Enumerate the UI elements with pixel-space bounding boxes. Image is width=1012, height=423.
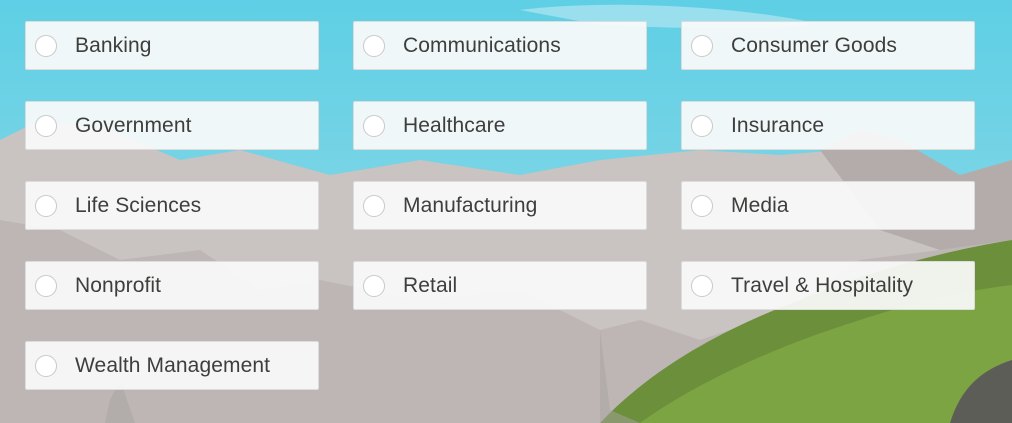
radio-button[interactable]	[363, 35, 385, 57]
radio-button[interactable]	[35, 35, 57, 57]
radio-button[interactable]	[691, 195, 713, 217]
option-label: Nonprofit	[75, 274, 162, 297]
radio-button[interactable]	[691, 115, 713, 137]
option-label: Manufacturing	[403, 194, 538, 217]
option-label: Government	[75, 114, 192, 137]
option-label: Wealth Management	[75, 354, 271, 377]
option-label: Travel & Hospitality	[731, 274, 914, 297]
option-manufacturing[interactable]: Manufacturing	[353, 181, 647, 230]
option-life-sciences[interactable]: Life Sciences	[25, 181, 319, 230]
option-label: Healthcare	[403, 114, 506, 137]
option-wealth-management[interactable]: Wealth Management	[25, 341, 319, 390]
radio-button[interactable]	[691, 35, 713, 57]
radio-button[interactable]	[691, 275, 713, 297]
radio-button[interactable]	[35, 355, 57, 377]
option-label: Consumer Goods	[731, 34, 897, 57]
radio-button[interactable]	[363, 275, 385, 297]
option-retail[interactable]: Retail	[353, 261, 647, 310]
option-banking[interactable]: Banking	[25, 21, 319, 70]
option-label: Retail	[403, 274, 458, 297]
radio-button[interactable]	[363, 115, 385, 137]
option-label: Communications	[403, 34, 561, 57]
option-label: Media	[731, 194, 789, 217]
radio-button[interactable]	[35, 195, 57, 217]
option-label: Banking	[75, 34, 152, 57]
option-label: Life Sciences	[75, 194, 202, 217]
option-label: Insurance	[731, 114, 825, 137]
radio-button[interactable]	[35, 275, 57, 297]
option-healthcare[interactable]: Healthcare	[353, 101, 647, 150]
industry-options-grid: Banking Communications Consumer Goods Go…	[0, 0, 1012, 423]
option-government[interactable]: Government	[25, 101, 319, 150]
option-travel-hospitality[interactable]: Travel & Hospitality	[681, 261, 975, 310]
radio-button[interactable]	[35, 115, 57, 137]
option-nonprofit[interactable]: Nonprofit	[25, 261, 319, 310]
radio-button[interactable]	[363, 195, 385, 217]
option-media[interactable]: Media	[681, 181, 975, 230]
option-communications[interactable]: Communications	[353, 21, 647, 70]
option-insurance[interactable]: Insurance	[681, 101, 975, 150]
option-consumer-goods[interactable]: Consumer Goods	[681, 21, 975, 70]
